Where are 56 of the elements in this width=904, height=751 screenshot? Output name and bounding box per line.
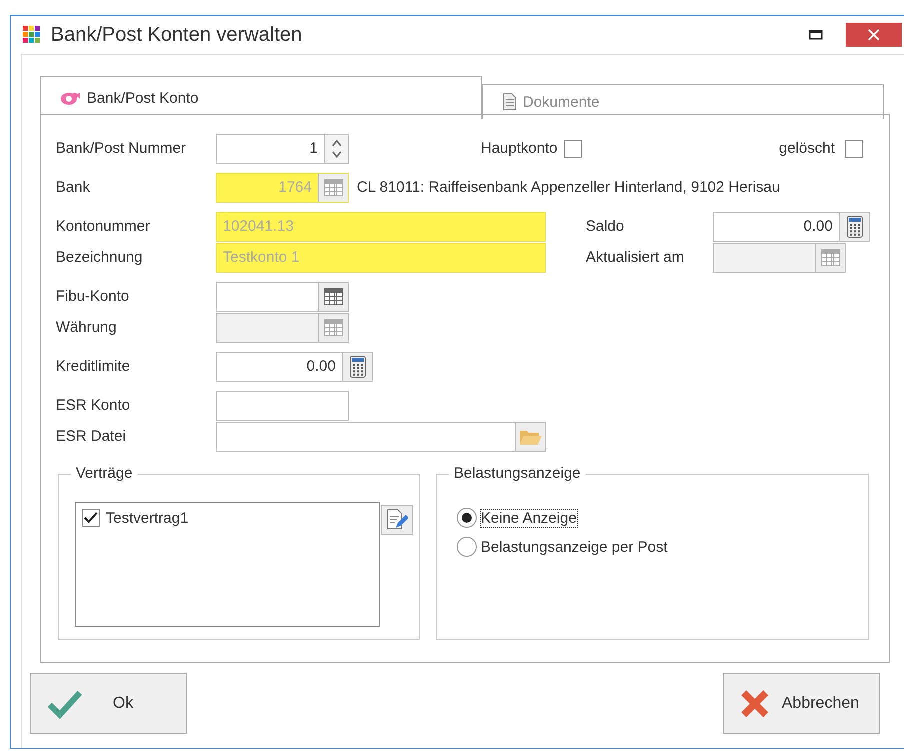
- field-button[interactable]: [318, 282, 348, 310]
- tab[interactable]: Dokumente: [482, 84, 884, 119]
- checkmark-icon: [47, 688, 83, 718]
- input-field[interactable]: 0.00: [713, 212, 870, 242]
- checkbox[interactable]: [845, 140, 863, 158]
- field-label: Aktualisiert am: [586, 249, 686, 266]
- field-label: Bank: [56, 179, 92, 196]
- input-field[interactable]: [216, 282, 349, 312]
- maximize-icon: [809, 30, 823, 40]
- table-icon: [324, 288, 344, 306]
- spin-button[interactable]: [324, 134, 348, 162]
- x-mark-icon: [740, 688, 770, 718]
- checkbox[interactable]: [82, 509, 100, 527]
- radio-label[interactable]: Belastungsanzeige per Post: [481, 538, 668, 556]
- document-icon: [503, 93, 517, 111]
- table-icon: [324, 178, 344, 196]
- field-button[interactable]: [515, 422, 545, 450]
- calculator-icon: [846, 216, 862, 238]
- list-item[interactable]: Testvertrag1: [106, 510, 189, 526]
- up-down-arrows-icon: [332, 138, 342, 160]
- cancel-button[interactable]: Abbrechen: [723, 673, 880, 734]
- radio-button[interactable]: [457, 537, 477, 557]
- field-label: Bank/Post Nummer: [56, 140, 188, 157]
- input-field[interactable]: 1: [216, 134, 349, 164]
- field-label: Kontonummer: [56, 218, 152, 235]
- table-icon: [820, 248, 840, 266]
- edit-button[interactable]: [381, 505, 413, 535]
- field-label: ESR Konto: [56, 397, 132, 414]
- close-icon: [868, 29, 880, 41]
- field-button[interactable]: [839, 212, 869, 240]
- field-label: Fibu-Konto: [56, 288, 130, 305]
- radio-button[interactable]: [457, 508, 477, 528]
- checkbox-label: gelöscht: [779, 140, 835, 157]
- checkbox-label: Hauptkonto: [481, 140, 558, 157]
- group-title: Verträge: [71, 465, 138, 482]
- field-label: Währung: [56, 319, 118, 336]
- document-pencil-icon: [386, 509, 408, 531]
- app-grid-icon: [23, 26, 41, 44]
- field-label: Bezeichnung: [56, 249, 144, 266]
- field-label: Saldo: [586, 218, 626, 235]
- ok-button[interactable]: Ok: [30, 673, 187, 734]
- input-field[interactable]: 0.00: [216, 352, 373, 382]
- group-title: Belastungsanzeige: [449, 465, 586, 482]
- input-field[interactable]: [216, 422, 546, 452]
- field-button[interactable]: [342, 352, 372, 380]
- window-title: Bank/Post Konten verwalten: [51, 24, 304, 46]
- checkbox[interactable]: [564, 140, 582, 158]
- input-field[interactable]: [216, 390, 349, 420]
- bank-description: CL 81011: Raiffeisenbank Appenzeller Hinterland, 9102 Herisau: [357, 179, 780, 196]
- radio-label[interactable]: Keine Anzeige: [481, 510, 577, 526]
- field-label: ESR Datei: [56, 428, 128, 445]
- calculator-icon: [350, 356, 366, 378]
- field-label: Kreditlimite: [56, 358, 132, 375]
- tab[interactable]: Bank/Post Konto: [40, 76, 482, 119]
- table-icon: [324, 318, 344, 336]
- close-button[interactable]: [846, 23, 902, 47]
